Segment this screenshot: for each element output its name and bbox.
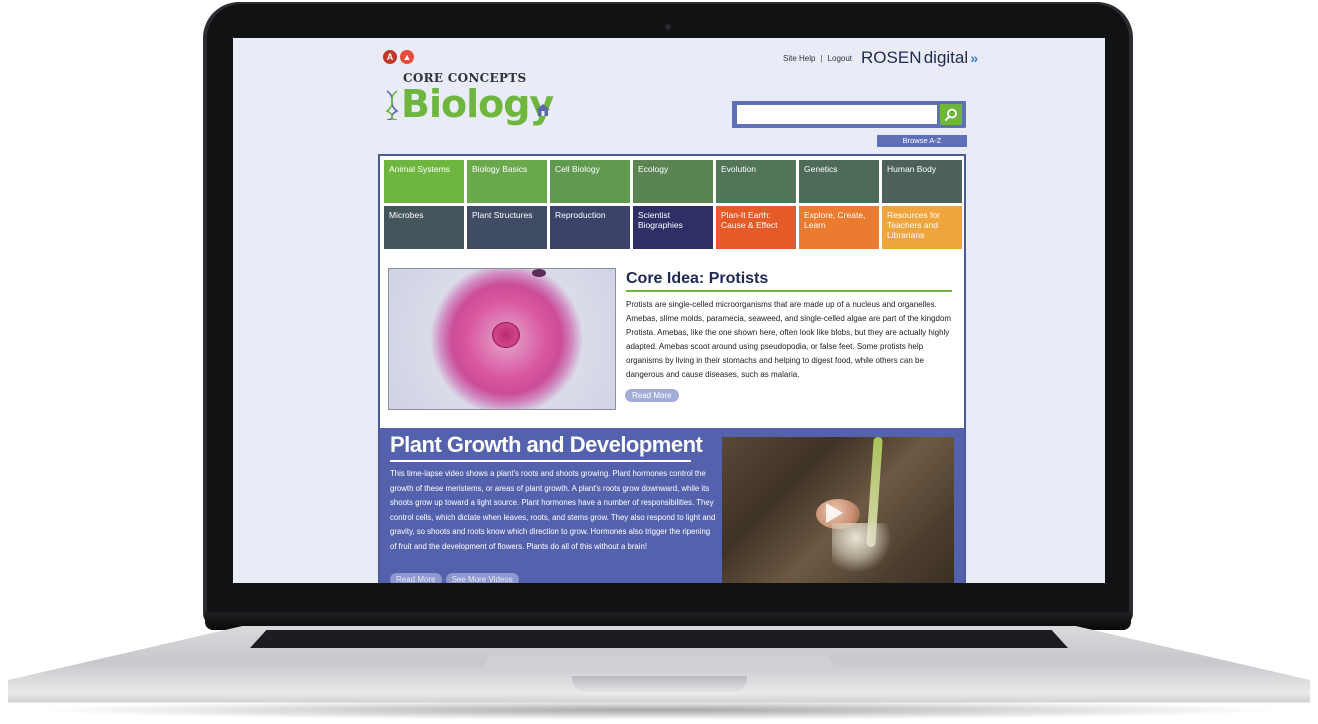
chevron-right-icon: »	[970, 50, 979, 66]
lid-notch	[572, 676, 747, 692]
feature-text: This time-lapse video shows a plant's ro…	[390, 469, 716, 551]
topic-tile[interactable]: Cell Biology	[550, 160, 630, 203]
organelle	[532, 269, 546, 277]
video-player[interactable]	[722, 437, 954, 583]
core-idea-text: Protists are single-celled microorganism…	[626, 300, 952, 379]
dna-icon	[385, 90, 399, 120]
feature-buttons: Read More See More Videos	[390, 573, 519, 583]
protist-image	[388, 268, 616, 410]
topic-tile[interactable]: Scientist Biographies	[633, 206, 713, 249]
topic-tile[interactable]: Resources for Teachers and Librarians	[882, 206, 962, 249]
search-button[interactable]	[940, 104, 962, 125]
trackpad	[480, 655, 838, 671]
topic-tile[interactable]: Animal Systems	[384, 160, 464, 203]
keyboard-strip	[250, 630, 1068, 648]
browse-a-z-button[interactable]: Browse A-Z	[877, 135, 967, 147]
core-idea-section: Core Idea: Protists Protists are single-…	[388, 268, 960, 414]
topic-grid: Animal Systems Biology Basics Cell Biology…	[384, 160, 962, 249]
badge-icon[interactable]: A	[383, 50, 397, 64]
see-more-videos-button[interactable]: See More Videos	[445, 573, 519, 583]
read-more-button[interactable]: Read More	[625, 389, 679, 402]
search-icon	[944, 108, 957, 121]
rosen-digital-logo[interactable]: ROSEN digital »	[857, 48, 978, 68]
search-bar	[732, 101, 966, 128]
read-more-button[interactable]: Read More	[390, 573, 442, 583]
nucleus	[492, 322, 520, 348]
topic-tile[interactable]: Reproduction	[550, 206, 630, 249]
topic-tile[interactable]: Evolution	[716, 160, 796, 203]
badge-icon[interactable]: ▲	[400, 50, 414, 64]
home-icon[interactable]	[535, 102, 551, 118]
site-logo[interactable]: Biology	[401, 82, 554, 126]
site-help-link[interactable]: Site Help	[783, 54, 815, 63]
rosen-wordmark: ROSEN	[861, 48, 922, 67]
header-badges: A ▲	[383, 50, 414, 64]
topic-tile[interactable]: Plan-It Earth: Cause & Effect	[716, 206, 796, 249]
topic-tile[interactable]: Human Body	[882, 160, 962, 203]
topic-tile[interactable]: Biology Basics	[467, 160, 547, 203]
feature-title: Plant Growth and Development	[390, 432, 703, 457]
browser-screen: A ▲ CORE CONCEPTS Biology Site Help | Lo…	[233, 38, 1105, 583]
top-links: Site Help | Logout ROSEN digital »	[783, 48, 978, 68]
play-icon[interactable]	[826, 503, 843, 523]
topic-tile[interactable]: Explore, Create, Learn	[799, 206, 879, 249]
topic-tile[interactable]: Microbes	[384, 206, 464, 249]
core-idea-title: Core Idea: Protists	[626, 270, 769, 287]
title-underline	[626, 290, 952, 292]
logout-link[interactable]: Logout	[828, 54, 852, 63]
featured-video-section: Plant Growth and Development This time-l…	[380, 428, 964, 583]
laptop-shadow	[30, 700, 1288, 720]
video-frame-roots	[832, 523, 892, 573]
topic-tile[interactable]: Ecology	[633, 160, 713, 203]
topic-tile[interactable]: Genetics	[799, 160, 879, 203]
topic-tile[interactable]: Plant Structures	[467, 206, 547, 249]
webcam	[665, 24, 671, 30]
feature-underline	[390, 460, 691, 462]
main-content: Animal Systems Biology Basics Cell Biology…	[378, 154, 966, 583]
link-separator: |	[820, 53, 823, 63]
search-input[interactable]	[737, 105, 937, 124]
digital-wordmark: digital	[923, 48, 969, 67]
